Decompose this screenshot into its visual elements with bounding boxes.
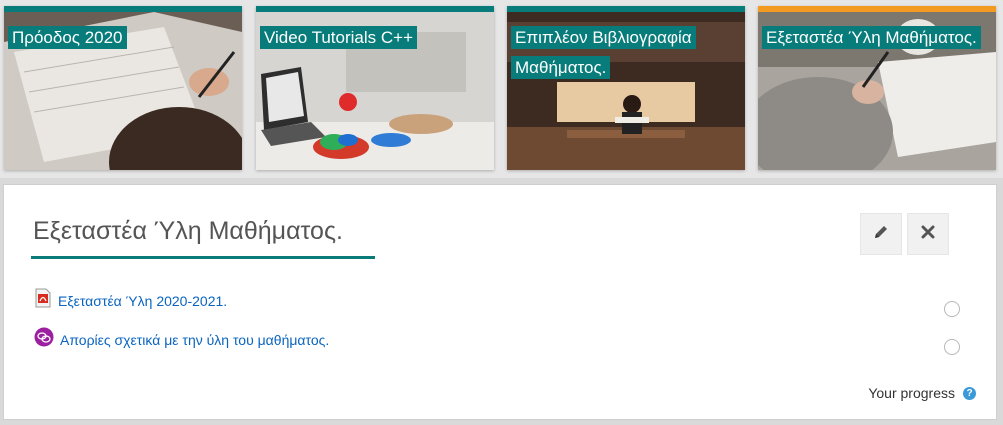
activity-link[interactable]: Εξεταστέα Ύλη 2020-2021. bbox=[58, 293, 227, 309]
activity-link[interactable]: Απορίες σχετικά με την ύλη του μαθήματος… bbox=[60, 332, 329, 348]
completion-checkbox[interactable] bbox=[944, 301, 960, 317]
title-underline bbox=[31, 256, 375, 259]
section-tiles: Πρόοδος 2020 Video Tutorials C++ Επιπλέο… bbox=[0, 0, 1003, 178]
edit-button[interactable] bbox=[860, 213, 902, 255]
close-icon bbox=[921, 225, 935, 244]
tile-label: Εξεταστέα Ύλη Μαθήματος. bbox=[762, 23, 988, 53]
pdf-icon bbox=[34, 288, 52, 313]
activity-exam-material-pdf[interactable]: Εξεταστέα Ύλη 2020-2021. bbox=[34, 288, 227, 313]
pencil-icon bbox=[873, 224, 889, 245]
your-progress: Your progress ? bbox=[868, 385, 976, 401]
tile-bibliography[interactable]: Επιπλέον Βιβλιογραφία Μαθήματος. bbox=[507, 6, 745, 170]
tile-exam-material[interactable]: Εξεταστέα Ύλη Μαθήματος. bbox=[758, 6, 996, 170]
close-button[interactable] bbox=[907, 213, 949, 255]
completion-checkbox[interactable] bbox=[944, 339, 960, 355]
tile-progress-2020[interactable]: Πρόοδος 2020 bbox=[4, 6, 242, 170]
section-card: Εξεταστέα Ύλη Μαθήματος. Εξεταστέα Ύλη 2… bbox=[3, 184, 997, 420]
forum-icon bbox=[34, 327, 54, 352]
tile-video-tutorials[interactable]: Video Tutorials C++ bbox=[256, 6, 494, 170]
tile-label: Πρόοδος 2020 bbox=[8, 23, 234, 53]
help-icon[interactable]: ? bbox=[963, 386, 976, 400]
tile-label: Επιπλέον Βιβλιογραφία Μαθήματος. bbox=[511, 23, 737, 83]
section-title: Εξεταστέα Ύλη Μαθήματος. bbox=[33, 217, 343, 245]
progress-label: Your progress bbox=[868, 385, 955, 401]
tile-label: Video Tutorials C++ bbox=[260, 23, 486, 53]
activity-forum-questions[interactable]: Απορίες σχετικά με την ύλη του μαθήματος… bbox=[34, 327, 329, 352]
